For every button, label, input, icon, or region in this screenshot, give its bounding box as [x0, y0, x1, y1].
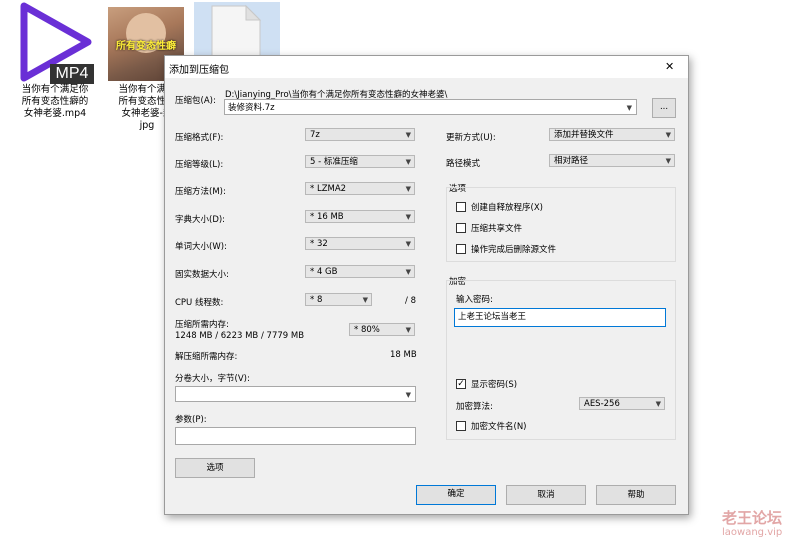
enc-names-label: 加密文件名(N) [471, 422, 527, 432]
method-select[interactable]: * LZMA2 ▼ [305, 182, 415, 195]
archive-name-input[interactable]: 装修资料.7z ▼ [224, 99, 637, 115]
password-label: 输入密码: [456, 295, 493, 305]
delete-label: 操作完成后删除源文件 [471, 245, 557, 255]
update-select[interactable]: 添加并替换文件 ▼ [549, 128, 675, 141]
mem-values: 1248 MB / 6223 MB / 7779 MB [175, 331, 305, 341]
chevron-down-icon: ▼ [665, 157, 671, 165]
enc-names-checkbox[interactable] [456, 421, 466, 431]
shared-label: 压缩共享文件 [471, 224, 523, 234]
solid-label: 固实数据大小: [175, 270, 229, 280]
level-label: 压缩等级(L): [175, 160, 224, 170]
decomp-value: 18 MB [390, 350, 417, 360]
archive-label: 压缩包(A): [175, 96, 216, 106]
word-label: 单词大小(W): [175, 242, 227, 252]
desktop-icon-mp4-label: 当你有个满足你 所有变态性癖的 女神老婆.mp4 [21, 84, 89, 119]
chevron-down-icon: ▼ [665, 131, 671, 139]
watermark-url: laowang.vip [722, 527, 783, 538]
mp4-badge: MP4 [50, 64, 94, 84]
cpu-label: CPU 线程数: [175, 298, 224, 308]
show-password-label: 显示密码(S) [471, 380, 518, 390]
pathmode-select[interactable]: 相对路径 ▼ [549, 154, 675, 167]
pathmode-label: 路径模式 [446, 159, 481, 169]
help-button[interactable]: 帮助 [596, 485, 676, 505]
chevron-down-icon: ▼ [405, 213, 411, 221]
chevron-down-icon: ▼ [655, 400, 661, 408]
dialog-title: 添加到压缩包 [169, 65, 229, 76]
cpu-total: / 8 [405, 296, 416, 306]
dict-label: 字典大小(D): [175, 215, 226, 225]
sfx-label: 创建自释放程序(X) [471, 203, 543, 213]
options-button[interactable]: 选项 [175, 458, 255, 478]
decomp-label: 解压缩所需内存: [175, 352, 238, 362]
chevron-down-icon: ▼ [405, 240, 411, 248]
chevron-down-icon[interactable]: ▼ [627, 100, 632, 114]
update-label: 更新方式(U): [446, 133, 496, 143]
cpu-select[interactable]: * 8 ▼ [305, 293, 372, 306]
word-select[interactable]: * 32 ▼ [305, 237, 415, 250]
password-input[interactable]: 上老王论坛当老王 [454, 308, 666, 327]
cancel-button[interactable]: 取消 [506, 485, 586, 505]
close-icon[interactable]: ✕ [665, 60, 674, 73]
delete-checkbox[interactable] [456, 244, 466, 254]
enc-method-select[interactable]: AES-256 ▼ [579, 397, 665, 410]
chevron-down-icon: ▼ [405, 268, 411, 276]
show-password-checkbox[interactable]: ✓ [456, 379, 466, 389]
enc-method-label: 加密算法: [456, 402, 493, 412]
chevron-down-icon: ▼ [405, 326, 411, 334]
sfx-checkbox[interactable] [456, 202, 466, 212]
solid-select[interactable]: * 4 GB ▼ [305, 265, 415, 278]
ok-button[interactable]: 确定 [416, 485, 496, 505]
mem-label: 压缩所需内存: [175, 320, 229, 330]
chevron-down-icon: ▼ [362, 296, 368, 304]
level-select[interactable]: 5 - 标准压缩 ▼ [305, 155, 415, 168]
shared-checkbox[interactable] [456, 223, 466, 233]
method-label: 压缩方法(M): [175, 187, 226, 197]
chevron-down-icon: ▼ [405, 131, 411, 139]
blank-file-icon [211, 4, 262, 58]
chevron-down-icon[interactable]: ▼ [406, 387, 411, 401]
format-label: 压缩格式(F): [175, 133, 224, 143]
watermark-title: 老王论坛 [722, 509, 783, 527]
browse-button[interactable]: ... [652, 98, 676, 118]
params-label: 参数(P): [175, 415, 207, 425]
dialog-titlebar: 添加到压缩包 ✕ [165, 56, 688, 78]
desktop-icon-file[interactable] [194, 2, 280, 58]
split-size-input[interactable]: ▼ [175, 386, 416, 402]
chevron-down-icon: ▼ [405, 185, 411, 193]
split-label: 分卷大小，字节(V): [175, 374, 250, 384]
params-input[interactable] [175, 427, 416, 445]
mem-percent-select[interactable]: * 80% ▼ [349, 323, 415, 336]
format-select[interactable]: 7z ▼ [305, 128, 415, 141]
dict-select[interactable]: * 16 MB ▼ [305, 210, 415, 223]
chevron-down-icon: ▼ [405, 158, 411, 166]
add-to-archive-dialog: 添加到压缩包 ✕ 压缩包(A): D:\Jianying_Pro\当你有个满足你… [164, 55, 689, 515]
